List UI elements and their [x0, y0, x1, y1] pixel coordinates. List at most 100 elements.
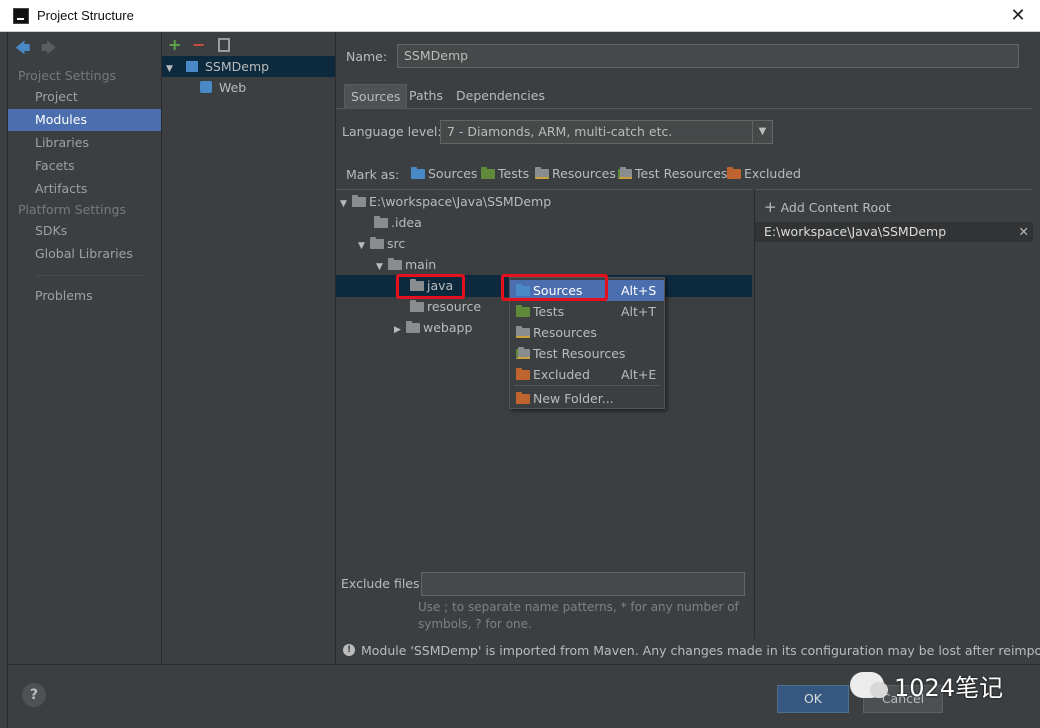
web-facet-icon: [200, 81, 212, 93]
popup-item-new-folder[interactable]: New Folder...: [510, 388, 664, 409]
language-level-select[interactable]: 7 - Diamonds, ARM, multi-catch etc. ▼: [440, 120, 773, 144]
nav-item-project[interactable]: Project: [8, 86, 161, 108]
mark-as-sources-button[interactable]: Sources: [411, 165, 477, 183]
test-resources-folder-icon: [516, 347, 530, 359]
mark-as-tests-button[interactable]: Tests: [481, 165, 529, 183]
mark-as-excluded-button[interactable]: Excluded: [727, 165, 801, 183]
nav-item-problems[interactable]: Problems: [8, 285, 161, 307]
module-name-input[interactable]: SSMDemp: [397, 44, 1019, 68]
popup-item-label: New Folder...: [533, 391, 614, 406]
folder-icon: [370, 237, 384, 249]
mark-as-resources-label: Resources: [552, 166, 616, 181]
mark-as-label: Mark as:: [346, 167, 400, 182]
popup-item-label: Test Resources: [533, 346, 626, 361]
add-module-icon[interactable]: +: [168, 35, 181, 54]
module-label: Web: [218, 80, 247, 95]
module-row-ssmdemp[interactable]: ▼ SSMDemp: [162, 56, 335, 77]
forward-arrow-icon[interactable]: 🡆: [41, 38, 57, 63]
tests-folder-icon: [516, 305, 530, 317]
ok-button[interactable]: OK: [777, 685, 849, 713]
tree-row-root[interactable]: ▼ E:\workspace\Java\SSMDemp: [340, 191, 551, 212]
nav-item-artifacts[interactable]: Artifacts: [8, 178, 161, 200]
back-arrow-icon[interactable]: 🡄: [15, 38, 31, 63]
tree-row-main[interactable]: ▼ main: [376, 254, 436, 275]
tab-sources[interactable]: Sources: [344, 84, 408, 109]
add-content-root-button[interactable]: + Add Content Root: [764, 198, 891, 216]
mark-as-sources-label: Sources: [428, 166, 478, 181]
expand-arrow-icon[interactable]: ▼: [358, 236, 370, 257]
folder-icon: [352, 195, 366, 207]
popup-item-label: Resources: [533, 325, 597, 340]
copy-module-icon[interactable]: [218, 38, 230, 52]
nav-item-sdks[interactable]: SDKs: [8, 220, 161, 242]
background-window-edge: [0, 32, 8, 728]
sources-highlight-box: [501, 274, 608, 301]
tree-row-label: webapp: [423, 320, 473, 335]
tree-row-label: .idea: [391, 215, 422, 230]
sources-folder-icon: [411, 167, 425, 179]
folder-icon: [410, 300, 424, 312]
exclude-files-input[interactable]: [421, 572, 745, 596]
close-window-button[interactable]: ✕: [1006, 4, 1030, 28]
info-icon: !: [343, 644, 355, 656]
popup-item-test-resources[interactable]: Test Resources: [510, 343, 664, 364]
nav-item-libraries[interactable]: Libraries: [8, 132, 161, 154]
add-content-root-label: Add Content Root: [780, 200, 891, 215]
new-folder-icon: [516, 392, 530, 404]
settings-nav: 🡄 🡆 Project Settings Project Modules Lib…: [8, 32, 162, 664]
tree-row-label: src: [387, 236, 406, 251]
module-icon: [185, 61, 198, 72]
popup-item-resources[interactable]: Resources: [510, 322, 664, 343]
test-resources-folder-icon: [618, 167, 632, 179]
chevron-down-icon[interactable]: ▼: [752, 121, 772, 143]
popup-item-shortcut: Alt+T: [621, 304, 657, 319]
content-root-row[interactable]: E:\workspace\Java\SSMDemp ✕: [755, 222, 1033, 242]
name-label: Name:: [346, 49, 388, 64]
mark-as-tests-label: Tests: [498, 166, 530, 181]
module-label: SSMDemp: [204, 59, 270, 74]
expand-arrow-icon[interactable]: ▼: [340, 194, 352, 215]
collapse-arrow-icon[interactable]: ▶: [394, 320, 406, 341]
mark-as-test-resources-button[interactable]: Test Resources: [618, 165, 727, 183]
popup-item-excluded[interactable]: Excluded Alt+E: [510, 364, 664, 385]
tree-row-src[interactable]: ▼ src: [358, 233, 405, 254]
watermark: 1024笔记: [842, 668, 1022, 710]
module-row-web[interactable]: Web: [162, 77, 335, 98]
popup-item-shortcut: Alt+E: [621, 367, 657, 382]
wechat-logo-icon: [850, 672, 888, 698]
popup-item-label: Tests: [533, 304, 565, 319]
window-title: Project Structure: [37, 8, 134, 23]
tree-row-webapp[interactable]: ▶ webapp: [394, 317, 472, 338]
folder-icon: [388, 258, 402, 270]
tree-row-idea[interactable]: .idea: [374, 212, 422, 233]
mark-as-resources-button[interactable]: Resources: [535, 165, 616, 183]
exclude-hint-line-1: Use ; to separate name patterns, * for a…: [418, 600, 739, 614]
popup-item-tests[interactable]: Tests Alt+T: [510, 301, 664, 322]
content-root-path: E:\workspace\Java\SSMDemp: [764, 224, 947, 239]
nav-divider: [35, 275, 145, 276]
exclude-hint-line-2: symbols, ? for one.: [418, 617, 532, 631]
resources-folder-icon: [535, 167, 549, 179]
nav-item-global-libraries[interactable]: Global Libraries: [8, 243, 161, 265]
nav-item-modules[interactable]: Modules: [8, 109, 161, 131]
remove-module-icon[interactable]: −: [192, 35, 205, 54]
watermark-text: 1024笔记: [894, 674, 1004, 702]
help-button[interactable]: ?: [22, 683, 46, 707]
project-settings-header: Project Settings: [18, 68, 117, 83]
platform-settings-header: Platform Settings: [18, 202, 126, 217]
excluded-folder-icon: [516, 368, 530, 380]
nav-item-facets[interactable]: Facets: [8, 155, 161, 177]
language-level-value: 7 - Diamonds, ARM, multi-catch etc.: [447, 124, 673, 139]
popup-item-label: Excluded: [533, 367, 590, 382]
remove-content-root-icon[interactable]: ✕: [1019, 222, 1029, 242]
folder-icon: [406, 321, 420, 333]
tree-row-resource[interactable]: resource: [410, 296, 481, 317]
exclude-files-label: Exclude files:: [341, 576, 424, 591]
excluded-folder-icon: [727, 167, 741, 179]
mark-as-excluded-label: Excluded: [744, 166, 801, 181]
tests-folder-icon: [481, 167, 495, 179]
tab-dependencies[interactable]: Dependencies: [450, 84, 551, 109]
mark-as-test-resources-label: Test Resources: [635, 166, 728, 181]
tab-paths[interactable]: Paths: [403, 84, 449, 109]
intellij-app-icon: [13, 8, 29, 24]
